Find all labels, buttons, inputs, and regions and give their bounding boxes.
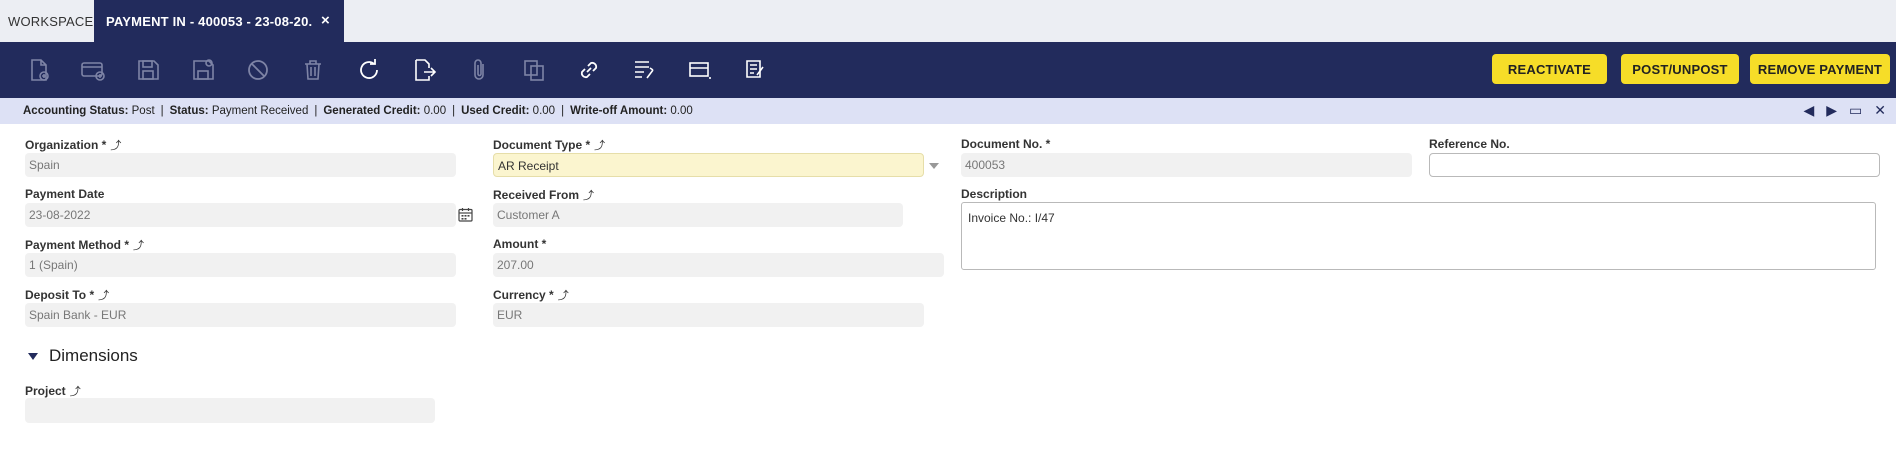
received-from-field[interactable]: Customer A xyxy=(493,203,903,227)
pin-icon[interactable]: ⤴ xyxy=(583,190,594,202)
payment-method-label: Payment Method * ⤴ xyxy=(25,238,145,252)
document-type-select[interactable]: AR Receipt xyxy=(493,153,924,177)
pin-icon[interactable]: ⤴ xyxy=(133,240,144,252)
pin-icon[interactable]: ⤴ xyxy=(70,386,81,398)
chevron-down-icon[interactable] xyxy=(929,163,939,169)
project-label: Project ⤴ xyxy=(25,384,81,398)
delete-icon[interactable] xyxy=(298,55,328,85)
post-unpost-button[interactable]: POST/UNPOST xyxy=(1621,54,1739,84)
organization-field[interactable]: Spain xyxy=(25,153,456,177)
tab-bar: WORKSPACE PAYMENT IN - 400053 - 23-08-20… xyxy=(0,0,1896,42)
project-field[interactable] xyxy=(25,398,435,423)
writeoff-amount-label: Write-off Amount: xyxy=(570,105,668,117)
tab-payment-in[interactable]: PAYMENT IN - 400053 - 23-08-20... × xyxy=(94,0,344,42)
toolbar xyxy=(0,42,1896,98)
export-icon[interactable] xyxy=(409,55,439,85)
pin-icon[interactable]: ⤴ xyxy=(558,290,569,302)
close-icon[interactable]: × xyxy=(321,12,330,29)
organization-label: Organization * ⤴ xyxy=(25,138,122,152)
status-bar: Accounting Status: Post | Status: Paymen… xyxy=(0,98,1896,124)
new-document-icon[interactable] xyxy=(24,55,54,85)
payment-method-field[interactable]: 1 (Spain) xyxy=(25,253,456,277)
used-credit-value: 0.00 xyxy=(532,105,556,117)
refresh-icon[interactable] xyxy=(354,55,384,85)
copy-icon[interactable] xyxy=(519,55,549,85)
dimensions-title: Dimensions xyxy=(49,346,138,365)
amount-label: Amount * xyxy=(493,237,547,251)
link-icon[interactable] xyxy=(574,55,604,85)
used-credit-label: Used Credit: xyxy=(461,105,530,117)
dimensions-section-header[interactable]: Dimensions xyxy=(28,346,138,366)
previous-record-icon[interactable]: ◀ xyxy=(1803,102,1814,119)
next-record-icon[interactable]: ▶ xyxy=(1826,102,1837,119)
tab-workspace-label: WORKSPACE xyxy=(8,13,94,29)
undo-icon[interactable] xyxy=(243,55,273,85)
accounting-status-label: Accounting Status: xyxy=(23,105,129,117)
save-icon[interactable] xyxy=(133,55,163,85)
description-label: Description xyxy=(961,187,1028,201)
currency-field[interactable]: EUR xyxy=(493,303,924,327)
notes-icon[interactable] xyxy=(740,55,770,85)
collapse-triangle-icon xyxy=(28,352,38,360)
save-close-icon[interactable] xyxy=(188,55,218,85)
grid-view-icon[interactable] xyxy=(685,55,715,85)
remove-payment-button[interactable]: REMOVE PAYMENT xyxy=(1750,54,1890,84)
accounting-status-value: Post xyxy=(131,105,155,117)
reference-no-input[interactable] xyxy=(1429,153,1880,177)
calendar-icon[interactable] xyxy=(458,207,473,222)
attachment-icon[interactable] xyxy=(464,55,494,85)
amount-field[interactable]: 207.00 xyxy=(493,253,944,277)
status-label: Status: xyxy=(169,105,209,117)
maximize-icon[interactable]: ▭ xyxy=(1849,102,1862,119)
deposit-to-field[interactable]: Spain Bank - EUR xyxy=(25,303,456,327)
document-no-field[interactable]: 400053 xyxy=(961,153,1412,177)
generated-credit-label: Generated Credit: xyxy=(323,105,421,117)
pin-icon[interactable]: ⤴ xyxy=(594,140,605,152)
tab-payment-in-label: PAYMENT IN - 400053 - 23-08-20... xyxy=(106,13,312,29)
reference-no-label: Reference No. xyxy=(1429,137,1510,151)
new-record-icon[interactable] xyxy=(78,55,108,85)
pin-icon[interactable]: ⤴ xyxy=(110,140,121,152)
status-icons: ◀ ▶ ▭ ✕ xyxy=(1803,102,1886,119)
pin-icon[interactable]: ⤴ xyxy=(98,290,109,302)
status-value: Payment Received xyxy=(211,105,309,117)
currency-label: Currency * ⤴ xyxy=(493,288,569,302)
generated-credit-value: 0.00 xyxy=(423,105,447,117)
close-form-icon[interactable]: ✕ xyxy=(1874,102,1886,119)
reactivate-button[interactable]: REACTIVATE xyxy=(1492,54,1607,84)
writeoff-amount-value: 0.00 xyxy=(670,105,693,117)
tab-workspace[interactable]: WORKSPACE xyxy=(0,0,94,42)
payment-date-label: Payment Date xyxy=(25,187,105,201)
payment-date-field[interactable]: 23-08-2022 xyxy=(25,203,456,227)
process-list-icon[interactable] xyxy=(629,55,659,85)
deposit-to-label: Deposit To * ⤴ xyxy=(25,288,110,302)
document-no-label: Document No. * xyxy=(961,137,1051,151)
document-type-label: Document Type * ⤴ xyxy=(493,138,606,152)
description-textarea[interactable]: Invoice No.: I/47 xyxy=(961,202,1876,270)
received-from-label: Received From ⤴ xyxy=(493,188,595,202)
